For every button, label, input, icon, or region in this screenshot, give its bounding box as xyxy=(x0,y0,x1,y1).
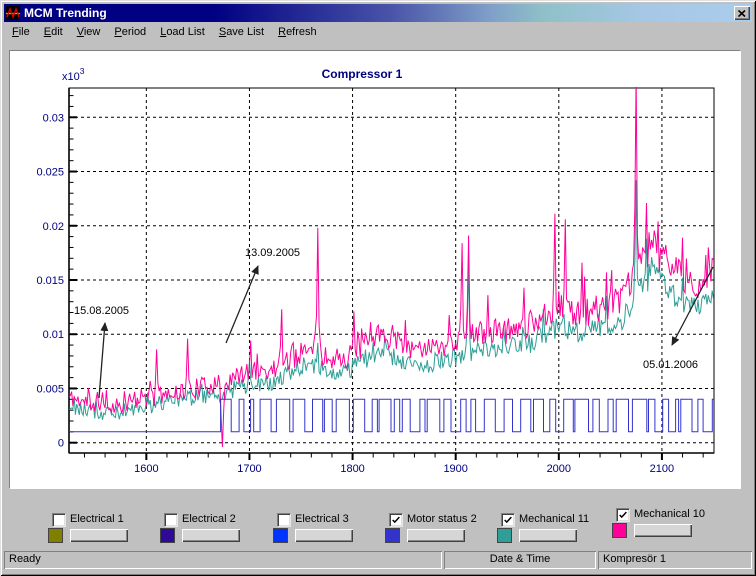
channel-color-swatch xyxy=(160,528,175,543)
x-tick-label: 2100 xyxy=(650,463,674,475)
channel-button[interactable] xyxy=(182,529,240,542)
channel-button[interactable] xyxy=(634,524,692,537)
channel-label: Mechanical 11 xyxy=(519,513,589,525)
series-line-motor-status-2 xyxy=(69,399,714,432)
y-tick-label: 0.005 xyxy=(36,383,64,395)
channel-checkbox[interactable] xyxy=(389,513,403,527)
y-tick-label: 0 xyxy=(58,438,64,450)
channel-group: Electrical 3 xyxy=(273,513,387,547)
channel-label: Mechanical 10 xyxy=(634,508,705,520)
channel-group: Electrical 2 xyxy=(160,513,274,547)
check-icon xyxy=(391,515,401,525)
channel-checkbox[interactable] xyxy=(616,508,630,522)
y-scale-label: x103 xyxy=(62,66,85,83)
plot-border xyxy=(69,88,714,453)
channel-label: Motor status 2 xyxy=(407,513,477,525)
y-tick-label: 0.03 xyxy=(43,112,64,124)
menu-file[interactable]: File xyxy=(5,24,37,41)
title-bar: MCM Trending xyxy=(4,4,752,22)
menu-edit[interactable]: Edit xyxy=(37,24,70,41)
annotation-label: 13.09.2005 xyxy=(245,247,300,259)
channel-group: Mechanical 10 xyxy=(612,508,726,542)
x-tick-label: 2000 xyxy=(547,463,571,475)
channel-checkbox[interactable] xyxy=(52,513,66,527)
close-button[interactable] xyxy=(734,6,750,20)
status-bar: Ready Date & Time Kompresör 1 xyxy=(4,551,752,569)
annotation-label: 15.08.2005 xyxy=(74,305,129,317)
status-source: Kompresör 1 xyxy=(598,551,752,569)
x-tick-label: 1900 xyxy=(443,463,467,475)
app-window: MCM Trending File Edit View Period Load … xyxy=(0,0,756,576)
channel-group: Electrical 1 xyxy=(48,513,162,547)
close-icon xyxy=(738,10,746,17)
y-tick-label: 0.025 xyxy=(36,167,64,179)
y-tick-label: 0.015 xyxy=(36,275,64,287)
menu-view[interactable]: View xyxy=(70,24,108,41)
annotation-label: 05.01.2006 xyxy=(643,359,698,371)
channel-color-swatch xyxy=(385,528,400,543)
status-ready: Ready xyxy=(4,551,442,569)
menu-period[interactable]: Period xyxy=(107,24,153,41)
channel-button[interactable] xyxy=(70,529,128,542)
channel-checkbox[interactable] xyxy=(501,513,515,527)
menu-bar: File Edit View Period Load List Save Lis… xyxy=(4,23,753,41)
chart-panel: Compressor 1 x103 0 0.005 0.01 0.015 0.02 0.0… xyxy=(9,50,741,489)
x-tick-label: 1700 xyxy=(237,463,261,475)
channel-color-swatch xyxy=(48,528,63,543)
channel-group: Motor status 2 xyxy=(385,513,499,547)
chart-svg: Compressor 1 x103 0 0.005 0.01 0.015 0.02 0.0… xyxy=(10,51,740,488)
channel-button[interactable] xyxy=(295,529,353,542)
status-date-time: Date & Time xyxy=(444,551,596,569)
x-tick-label: 1800 xyxy=(340,463,364,475)
channel-button[interactable] xyxy=(519,529,577,542)
channel-checkbox[interactable] xyxy=(164,513,178,527)
menu-save-list[interactable]: Save List xyxy=(212,24,271,41)
window-title: MCM Trending xyxy=(24,6,734,20)
menu-refresh[interactable]: Refresh xyxy=(271,24,324,41)
app-trend-icon xyxy=(6,6,20,20)
annotation-arrow xyxy=(672,267,713,345)
y-tick-label: 0.01 xyxy=(43,329,64,341)
x-tick-label: 1600 xyxy=(134,463,158,475)
channel-color-swatch xyxy=(273,528,288,543)
channel-color-swatch xyxy=(497,528,512,543)
channel-color-swatch xyxy=(612,523,627,538)
chart-title: Compressor 1 xyxy=(322,67,403,81)
check-icon xyxy=(503,515,513,525)
channel-controls: Real Time Update Electrical 1 Electrical… xyxy=(0,487,756,549)
y-tick-label: 0.02 xyxy=(43,221,64,233)
series-line-mechanical-10 xyxy=(69,74,714,447)
annotation-arrow xyxy=(226,266,258,343)
check-icon xyxy=(618,510,628,520)
channel-label: Electrical 2 xyxy=(182,513,236,525)
channel-label: Electrical 1 xyxy=(70,513,124,525)
menu-load-list[interactable]: Load List xyxy=(153,24,212,41)
channel-group: Mechanical 11 xyxy=(497,513,611,547)
series-line-mechanical-11 xyxy=(69,180,714,420)
channel-checkbox[interactable] xyxy=(277,513,291,527)
channel-button[interactable] xyxy=(407,529,465,542)
channel-label: Electrical 3 xyxy=(295,513,349,525)
